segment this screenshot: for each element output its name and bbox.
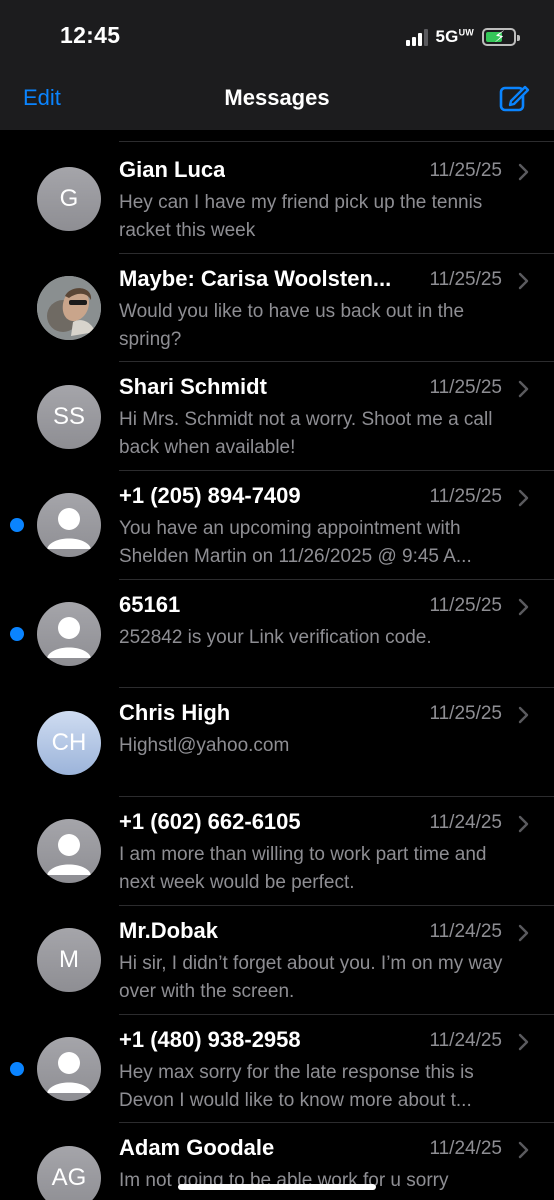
status-indicators: 5GUW ⚡: [405, 24, 520, 50]
conversation-row[interactable]: +1 (602) 662-6105 11/24/25 I am more than …: [0, 797, 554, 906]
contact-name: 65161: [119, 591, 181, 617]
contact-name: +1 (480) 938-2958: [119, 1026, 301, 1052]
message-preview: Im not going to be able work for u sorry: [119, 1170, 449, 1192]
home-indicator[interactable]: [178, 1184, 376, 1190]
message-date: 11/24/25: [429, 1029, 502, 1051]
conversation-row[interactable]: Maybe: Carisa Woolsten... 11/25/25 Would y…: [0, 254, 554, 363]
person-silhouette-icon: [37, 602, 101, 667]
chevron-right-icon: [518, 598, 530, 616]
chevron-right-icon: [518, 1033, 530, 1051]
message-date: 11/25/25: [429, 703, 502, 725]
contact-name: Maybe: Carisa Woolsten...: [119, 265, 392, 291]
avatar-initials: SS: [37, 384, 101, 449]
chevron-right-icon: [518, 272, 530, 290]
page-title: Messages: [224, 85, 330, 110]
contact-name: Mr.Dobak: [119, 917, 219, 943]
battery-charging-icon: ⚡: [482, 28, 520, 46]
message-date: 11/24/25: [429, 920, 502, 942]
chevron-right-icon: [518, 1141, 530, 1159]
chevron-right-icon: [518, 163, 530, 181]
person-silhouette-icon: [37, 493, 101, 558]
contact-name: Adam Goodale: [119, 1135, 275, 1161]
message-preview: 252842 is your Link verification code.: [119, 626, 432, 648]
chevron-right-icon: [518, 924, 530, 942]
contact-name: +1 (205) 894-7409: [119, 483, 301, 509]
avatar-initials: G: [37, 167, 101, 232]
network-label: 5GUW: [435, 27, 474, 46]
avatar-initials: AG: [37, 1145, 101, 1200]
unread-indicator: [10, 1061, 24, 1076]
person-silhouette-icon: [37, 819, 101, 884]
message-date: 11/25/25: [429, 594, 502, 616]
previous-row-fragment: [0, 130, 554, 142]
top-bar: 12:45 5GUW ⚡ Edit Messages: [0, 0, 554, 130]
conversation-row[interactable]: +1 (480) 938-2958 11/24/25 Hey max sorry f…: [0, 1015, 554, 1124]
chevron-right-icon: [518, 380, 530, 398]
conversation-row[interactable]: 65161 11/25/25 252842 is your Link verific…: [0, 580, 554, 689]
conversation-row[interactable]: SS Shari Schmidt 11/25/25 Hi Mrs. Schmidt n…: [0, 362, 554, 472]
message-preview: Highstl@yahoo.com: [119, 735, 290, 757]
compose-icon[interactable]: [498, 82, 530, 114]
contact-name: Shari Schmidt: [119, 374, 267, 400]
conversation-row[interactable]: G Gian Luca 11/25/25 Hey can I have my frie…: [0, 145, 554, 254]
contact-name: Chris High: [119, 700, 231, 726]
status-time: 12:45: [60, 22, 121, 48]
chevron-right-icon: [518, 815, 530, 833]
avatar-photo: [37, 276, 101, 341]
conversation-list[interactable]: G Gian Luca 11/25/25 Hey can I have my frie…: [0, 145, 554, 1200]
message-preview: Hi sir, I didn’t forget about you. I’m o…: [119, 952, 503, 1002]
message-preview: I am more than willing to work part time…: [119, 844, 487, 894]
message-preview: You have an upcoming appointment with Sh…: [119, 518, 472, 568]
message-date: 11/24/25: [429, 812, 502, 834]
chevron-right-icon: [518, 489, 530, 507]
message-date: 11/25/25: [429, 268, 502, 290]
message-preview: Would you like to have us back out in th…: [119, 300, 465, 350]
chevron-right-icon: [518, 706, 530, 724]
person-silhouette-icon: [37, 1036, 101, 1101]
conversation-row[interactable]: +1 (205) 894-7409 11/25/25 You have an upc…: [0, 471, 554, 580]
message-date: 11/25/25: [429, 486, 502, 508]
message-preview: Hey can I have my friend pick up the ten…: [119, 192, 483, 241]
message-date: 11/25/25: [429, 377, 502, 399]
conversation-row[interactable]: CH Chris High 11/25/25 Highstl@yahoo.com: [0, 688, 554, 798]
conversation-row[interactable]: M Mr.Dobak 11/24/25 Hi sir, I didn’t forget…: [0, 906, 554, 1015]
message-preview: Hi Mrs. Schmidt not a worry. Shoot me a …: [119, 409, 493, 459]
message-date: 11/24/25: [429, 1138, 502, 1160]
message-date: 11/25/25: [429, 160, 502, 181]
message-preview: Hey max sorry for the late response this…: [119, 1061, 474, 1111]
contact-name: +1 (602) 662-6105: [119, 809, 301, 835]
avatar-initials: M: [37, 928, 101, 993]
messages-screen: 12:45 5GUW ⚡ Edit Messages G Gian Luca 11/…: [0, 0, 554, 1200]
avatar-initials: CH: [37, 710, 101, 775]
unread-indicator: [10, 518, 24, 533]
cellular-signal-icon: [405, 28, 428, 46]
unread-indicator: [10, 627, 24, 642]
contact-name: Gian Luca: [119, 157, 226, 182]
